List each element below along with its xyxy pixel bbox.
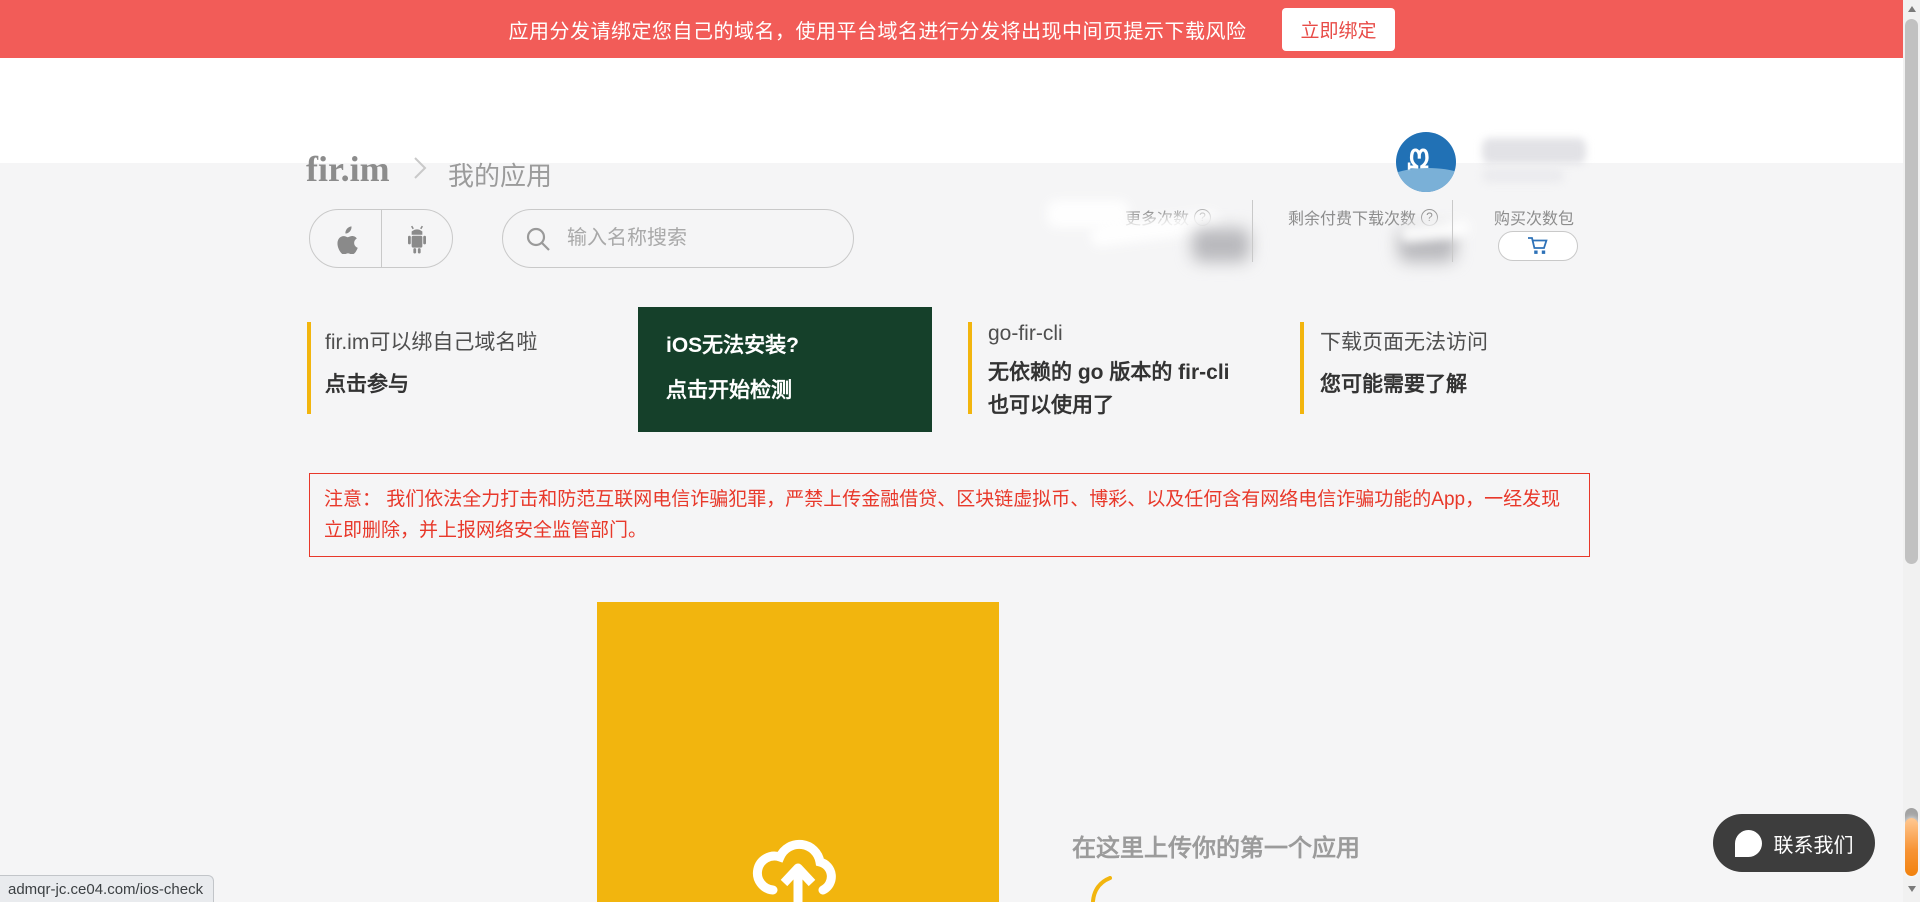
card-gocli-title: go-fir-cli [988, 322, 1063, 346]
buy-pack-label: 购买次数包 [1494, 205, 1574, 229]
stat-divider [1452, 200, 1453, 262]
card-accent-bar [1300, 322, 1304, 414]
contact-us-label: 联系我们 [1774, 829, 1854, 858]
link-preview-statusbar: admqr-jc.ce04.com/ios-check [0, 875, 214, 902]
buy-pack-button[interactable] [1498, 231, 1578, 261]
domain-bind-banner: 应用分发请绑定您自己的域名，使用平台域名进行分发将出现中间页提示下载风险 立即绑… [0, 0, 1903, 58]
breadcrumb-separator-icon [412, 154, 428, 182]
card-gocli-line2[interactable]: 也可以使用了 [988, 389, 1114, 419]
platform-filter [309, 209, 453, 268]
username-redacted [1482, 138, 1586, 164]
ios-check-title: iOS无法安装? [666, 329, 932, 359]
hint-curve-decoration [1086, 876, 1116, 902]
card-domain-cta[interactable]: 点击参与 [325, 368, 409, 398]
android-icon [404, 224, 430, 254]
bind-domain-button[interactable]: 立即绑定 [1282, 8, 1394, 51]
search-icon [525, 226, 551, 252]
avatar[interactable]: ᘻ [1396, 132, 1462, 192]
ios-check-card[interactable]: iOS无法安装? 点击开始检测 [638, 307, 932, 432]
firim-logo[interactable]: fir.im [306, 148, 390, 190]
upload-dropzone[interactable] [597, 602, 999, 902]
banner-message: 应用分发请绑定您自己的域名，使用平台域名进行分发将出现中间页提示下载风险 [508, 15, 1246, 44]
link-preview-url: admqr-jc.ce04.com/ios-check [8, 881, 203, 898]
card-dlpage-cta[interactable]: 您可能需要了解 [1320, 368, 1467, 398]
filter-android-button[interactable] [381, 210, 453, 267]
search-input[interactable] [567, 227, 807, 250]
breadcrumb: 我的应用 [448, 156, 552, 193]
chat-bubble-icon [1735, 830, 1762, 857]
search-box [502, 209, 854, 268]
anti-fraud-notice: 注意： 我们依法全力打击和防范互联网电信诈骗犯罪，严禁上传金融借贷、区块链虚拟币… [309, 473, 1590, 557]
card-gocli-line1[interactable]: 无依赖的 go 版本的 fir-cli [988, 356, 1230, 386]
scroll-up-arrow[interactable] [1908, 6, 1916, 12]
avatar-logo: ᘻ [1396, 132, 1456, 192]
avatar-wave-shape [1396, 168, 1456, 192]
stat-divider [1252, 200, 1253, 262]
cloud-upload-icon [743, 820, 853, 902]
cart-icon [1526, 235, 1550, 257]
userinfo-redacted [1482, 168, 1564, 183]
scroll-down-arrow[interactable] [1908, 886, 1916, 892]
free-count-redacted [1192, 228, 1250, 262]
scrollbar-orange-widget[interactable] [1905, 818, 1918, 876]
card-dlpage-title: 下载页面无法访问 [1320, 326, 1488, 356]
contact-us-button[interactable]: 联系我们 [1713, 814, 1875, 872]
card-accent-bar [968, 322, 972, 414]
paid-downloads-text: 剩余付费下载次数 [1288, 205, 1416, 229]
card-accent-bar [307, 322, 311, 414]
page-header: fir.im 我的应用 ᘻ [0, 58, 1903, 163]
ios-check-cta[interactable]: 点击开始检测 [666, 374, 932, 404]
apple-icon [332, 224, 358, 254]
filter-ios-button[interactable] [310, 210, 381, 267]
card-domain-title: fir.im可以绑自己域名啦 [325, 326, 537, 356]
upload-hint: 在这里上传你的第一个应用 [1072, 828, 1360, 863]
scrollbar-thumb[interactable] [1905, 19, 1918, 564]
